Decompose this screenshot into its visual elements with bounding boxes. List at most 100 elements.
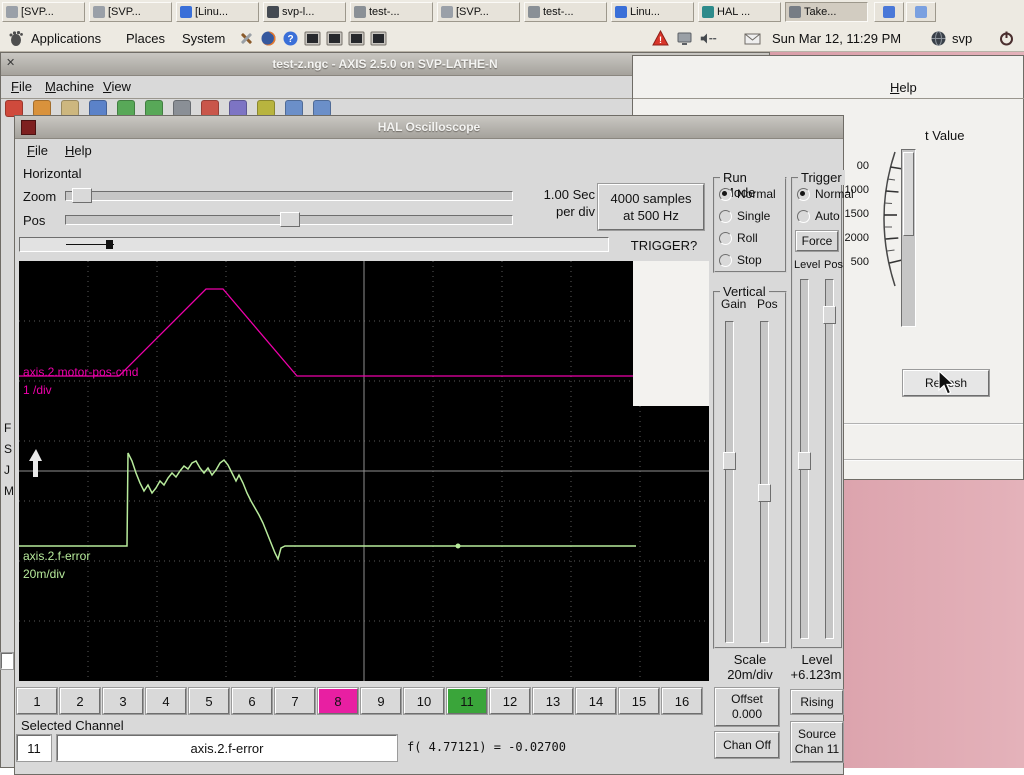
volume-muted-icon[interactable] bbox=[700, 30, 717, 47]
menu-system-label: System bbox=[182, 31, 225, 46]
channel-button-16[interactable]: 16 bbox=[662, 688, 702, 714]
trigger-pos-slider[interactable] bbox=[825, 279, 834, 639]
meter-divider-2 bbox=[838, 459, 1023, 461]
taskbar-mini-window-2[interactable] bbox=[906, 2, 936, 22]
channel-button-13[interactable]: 13 bbox=[533, 688, 573, 714]
taskbar-item-label: [SVP... bbox=[21, 6, 54, 18]
radio-indicator bbox=[719, 254, 732, 267]
power-icon[interactable] bbox=[998, 30, 1015, 47]
menu-applications-label: Applications bbox=[31, 31, 101, 46]
taskbar-item[interactable]: test-... bbox=[524, 2, 607, 22]
gain-slider[interactable] bbox=[725, 321, 734, 643]
meter-scrollbar[interactable] bbox=[901, 149, 916, 327]
scope-menu-file[interactable]: File bbox=[27, 143, 48, 158]
vertical-pos-handle[interactable] bbox=[758, 484, 771, 502]
menu-system[interactable]: System bbox=[178, 29, 229, 48]
taskbar-item[interactable]: [SVP... bbox=[2, 2, 85, 22]
radio-runmode-single[interactable]: Single bbox=[715, 205, 785, 227]
selected-channel-label: Selected Channel bbox=[21, 718, 124, 733]
network-icon[interactable] bbox=[676, 30, 693, 47]
terminal-launcher-icon-1[interactable] bbox=[304, 30, 321, 47]
meter-scrollbar-thumb[interactable] bbox=[903, 152, 914, 236]
taskbar-item[interactable]: Linu... bbox=[611, 2, 694, 22]
axis-menu-machine[interactable]: Machine bbox=[45, 79, 94, 94]
selected-channel-name[interactable]: axis.2.f-error bbox=[57, 735, 397, 761]
terminal-launcher-icon-4[interactable] bbox=[370, 30, 387, 47]
foot-logo-icon[interactable] bbox=[7, 30, 24, 47]
trigger-level-handle[interactable] bbox=[798, 452, 811, 470]
rising-button[interactable]: Rising bbox=[791, 690, 843, 714]
zoom-slider-handle[interactable] bbox=[72, 188, 92, 203]
scope-window-icon[interactable] bbox=[21, 120, 36, 135]
gain-slider-handle[interactable] bbox=[723, 452, 736, 470]
chan-off-button[interactable]: Chan Off bbox=[715, 732, 779, 758]
clock[interactable]: Sun Mar 12, 11:29 PM bbox=[772, 31, 901, 46]
help-launcher-icon[interactable]: ? bbox=[282, 30, 299, 47]
pos-slider[interactable] bbox=[65, 215, 513, 225]
axis-menu-file[interactable]: File bbox=[11, 79, 32, 94]
scope-titlebar[interactable]: HAL Oscilloscope bbox=[15, 116, 843, 139]
channel-button-11[interactable]: 11 bbox=[447, 688, 487, 714]
axis-side-box bbox=[1, 653, 13, 669]
force-button[interactable]: Force bbox=[796, 231, 838, 251]
offset-button[interactable]: Offset 0.000 bbox=[715, 688, 779, 726]
radio-runmode-stop[interactable]: Stop bbox=[715, 249, 785, 271]
trigger-pos-handle[interactable] bbox=[823, 306, 836, 324]
tools-launcher-icon[interactable] bbox=[238, 30, 255, 47]
gain-label: Gain bbox=[721, 297, 746, 311]
channel-button-1[interactable]: 1 bbox=[17, 688, 57, 714]
radio-trigger-auto[interactable]: Auto bbox=[793, 205, 841, 227]
channel-button-3[interactable]: 3 bbox=[103, 688, 143, 714]
terminal-launcher-icon-2[interactable] bbox=[326, 30, 343, 47]
taskbar-item[interactable]: [SVP... bbox=[89, 2, 172, 22]
samples-button[interactable]: 4000 samples at 500 Hz bbox=[598, 184, 704, 230]
axis-window-icon[interactable]: ✕ bbox=[6, 56, 15, 69]
axis-side-label-jog: J bbox=[4, 463, 10, 477]
radio-runmode-roll[interactable]: Roll bbox=[715, 227, 785, 249]
scope-menubar: File Help bbox=[15, 139, 843, 162]
taskbar-item[interactable]: Take... bbox=[785, 2, 868, 22]
firefox-launcher-icon[interactable] bbox=[260, 30, 277, 47]
trigger-level-slider[interactable] bbox=[800, 279, 809, 639]
source-button[interactable]: Source Chan 11 bbox=[791, 722, 843, 762]
taskbar-item[interactable]: [SVP... bbox=[437, 2, 520, 22]
taskbar-items: [SVP...[SVP...[Linu...svp-l...test-...[S… bbox=[0, 0, 1024, 26]
channel-button-9[interactable]: 9 bbox=[361, 688, 401, 714]
taskbar-item-icon bbox=[93, 6, 105, 18]
warning-icon[interactable]: ! bbox=[652, 30, 669, 47]
scope-menu-help[interactable]: Help bbox=[65, 143, 92, 158]
mail-icon[interactable] bbox=[744, 30, 761, 47]
channel-button-8[interactable]: 8 bbox=[318, 688, 358, 714]
taskbar-item[interactable]: HAL ... bbox=[698, 2, 781, 22]
taskbar-item-icon bbox=[702, 6, 714, 18]
zoom-slider[interactable] bbox=[65, 191, 513, 201]
axis-side-label-feed: F bbox=[4, 421, 11, 435]
channel-button-2[interactable]: 2 bbox=[60, 688, 100, 714]
scale-caption: Scale bbox=[713, 652, 787, 667]
taskbar-item[interactable]: svp-l... bbox=[263, 2, 346, 22]
menu-applications[interactable]: Applications bbox=[27, 29, 105, 48]
scope-display: axis.2.motor-pos-cmd 1 /div axis.2.f-err… bbox=[19, 261, 709, 681]
pos-slider-handle[interactable] bbox=[280, 212, 300, 227]
channel-button-5[interactable]: 5 bbox=[189, 688, 229, 714]
channel-button-12[interactable]: 12 bbox=[490, 688, 530, 714]
channel-button-15[interactable]: 15 bbox=[619, 688, 659, 714]
menu-places[interactable]: Places bbox=[122, 29, 169, 48]
channel-button-14[interactable]: 14 bbox=[576, 688, 616, 714]
radio-trigger-normal[interactable]: Normal bbox=[793, 183, 841, 205]
taskbar-item[interactable]: test-... bbox=[350, 2, 433, 22]
vertical-pos-slider[interactable] bbox=[760, 321, 769, 643]
taskbar-mini-window-1[interactable] bbox=[874, 2, 904, 22]
channel-button-6[interactable]: 6 bbox=[232, 688, 272, 714]
user-name[interactable]: svp bbox=[952, 31, 972, 46]
channel-button-10[interactable]: 10 bbox=[404, 688, 444, 714]
terminal-launcher-icon-3[interactable] bbox=[348, 30, 365, 47]
user-globe-icon[interactable] bbox=[930, 30, 947, 47]
meter-menu-help[interactable]: Help bbox=[890, 80, 917, 95]
radio-runmode-normal[interactable]: Normal bbox=[715, 183, 785, 205]
scale-value: 20m/div bbox=[713, 667, 787, 682]
taskbar-item[interactable]: [Linu... bbox=[176, 2, 259, 22]
channel-button-7[interactable]: 7 bbox=[275, 688, 315, 714]
axis-menu-view[interactable]: View bbox=[103, 79, 131, 94]
channel-button-4[interactable]: 4 bbox=[146, 688, 186, 714]
